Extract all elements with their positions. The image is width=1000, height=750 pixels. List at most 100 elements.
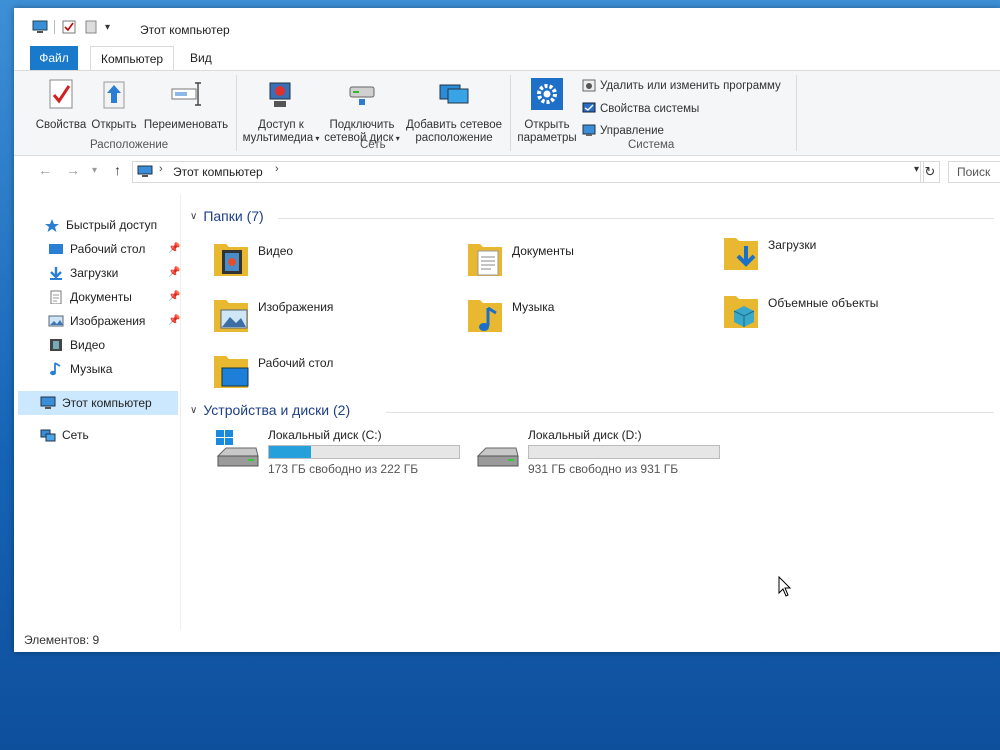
- properties-icon: [49, 79, 73, 109]
- sidebar-item-documents[interactable]: Документы 📌: [48, 286, 188, 308]
- open-label: Открыть: [91, 119, 137, 131]
- ribbon-group-divider: [796, 75, 797, 151]
- sidebar-item-music[interactable]: Музыка: [48, 358, 112, 380]
- media-access-button[interactable]: Доступ к мультимедиа ▾: [240, 77, 322, 145]
- drive-c[interactable]: Локальный диск (C:) 173 ГБ свободно из 2…: [214, 428, 460, 476]
- rename-button[interactable]: Переименовать: [142, 77, 230, 132]
- desktop-folder-icon: [214, 356, 249, 388]
- address-bar[interactable]: › Этот компьютер › ▾: [132, 161, 924, 183]
- address-path[interactable]: Этот компьютер: [173, 165, 263, 179]
- recent-locations-chevron-icon[interactable]: ▾: [92, 165, 97, 176]
- pin-icon[interactable]: 📌: [168, 238, 180, 260]
- tab-view[interactable]: Вид: [180, 46, 222, 70]
- system-properties-icon: [582, 102, 596, 113]
- pin-icon[interactable]: 📌: [168, 286, 180, 308]
- media-access-icon: [269, 82, 291, 107]
- properties-label: Свойства: [35, 119, 87, 131]
- title-bar: ▾ Этот компьютер: [14, 8, 1000, 44]
- map-network-drive-button[interactable]: Подключить сетевой диск ▾: [322, 77, 402, 145]
- back-arrow-icon[interactable]: ←: [38, 162, 52, 178]
- sidebar-item-downloads[interactable]: Загрузки 📌: [48, 262, 188, 284]
- sidebar-item-label: Изображения: [70, 314, 146, 328]
- folder-3d-objects[interactable]: Объемные объекты: [722, 290, 878, 330]
- folder-desktop[interactable]: Рабочий стол: [212, 350, 333, 390]
- drive-usage-bar: [528, 445, 720, 459]
- uninstall-label: Удалить или изменить программу: [600, 79, 781, 92]
- chevron-down-icon[interactable]: ∨: [190, 405, 197, 416]
- folder-videos[interactable]: Видео: [212, 238, 293, 278]
- properties-icon[interactable]: [61, 20, 77, 34]
- folder-downloads[interactable]: Загрузки: [722, 232, 816, 272]
- sidebar-item-label: Этот компьютер: [62, 396, 152, 410]
- open-button[interactable]: Открыть: [88, 77, 140, 132]
- chevron-down-icon[interactable]: ∨: [190, 211, 197, 222]
- network-group-label: Сеть: [360, 139, 386, 151]
- ribbon-group-divider: [236, 75, 237, 151]
- pin-icon[interactable]: 📌: [168, 310, 180, 332]
- 3d-objects-folder-icon: [724, 296, 758, 328]
- customize-toolbar-chevron-icon[interactable]: ▾: [105, 22, 110, 33]
- document-icon: [50, 290, 62, 304]
- chevron-down-icon: ▾: [313, 134, 320, 143]
- content-pane: ∨ Папки (7) Видео Документы Загрузки Изо…: [184, 194, 1000, 634]
- address-dropdown-chevron-icon[interactable]: ▾: [914, 164, 919, 175]
- rename-icon: [171, 82, 201, 106]
- video-icon: [50, 339, 62, 351]
- download-icon: [50, 267, 62, 280]
- sidebar-item-quick-access[interactable]: Быстрый доступ: [44, 214, 157, 236]
- drives-section-header[interactable]: ∨ Устройства и диски (2): [190, 402, 350, 418]
- new-folder-icon[interactable]: [83, 20, 99, 34]
- folder-documents[interactable]: Документы: [466, 238, 574, 278]
- drive-name: Локальный диск (D:): [528, 428, 642, 442]
- windows-drive-icon: [216, 430, 259, 467]
- sidebar-item-label: Загрузки: [70, 266, 119, 280]
- divider: [386, 412, 994, 413]
- sidebar-item-pictures[interactable]: Изображения 📌: [48, 310, 188, 332]
- ribbon-group-divider: [510, 75, 511, 151]
- system-properties-label: Свойства системы: [600, 102, 700, 115]
- programs-icon: [582, 79, 596, 92]
- computer-icon: [32, 20, 48, 33]
- tab-computer[interactable]: Компьютер: [90, 46, 175, 72]
- add-location-label-1: Добавить сетевое: [405, 119, 503, 131]
- desktop-icon: [49, 244, 63, 254]
- network-drive-icon: [349, 86, 375, 105]
- folder-label: Рабочий стол: [258, 356, 334, 370]
- folders-section-title: Папки (7): [203, 208, 264, 224]
- refresh-button[interactable]: ↻: [920, 161, 940, 183]
- folder-label: Загрузки: [768, 238, 817, 252]
- sidebar-item-desktop[interactable]: Рабочий стол 📌: [48, 238, 188, 260]
- breadcrumb-separator-icon[interactable]: ›: [275, 163, 279, 175]
- music-folder-icon: [468, 300, 502, 332]
- map-drive-label-1: Подключить: [329, 119, 395, 131]
- uninstall-program-button[interactable]: Удалить или изменить программу: [582, 79, 781, 92]
- pin-icon[interactable]: 📌: [168, 262, 180, 284]
- open-settings-label-2: параметры: [517, 132, 577, 144]
- sidebar-item-videos[interactable]: Видео: [48, 334, 105, 356]
- ribbon: Свойства Открыть Переименовать Расположе…: [14, 70, 1000, 156]
- search-input[interactable]: Поиск: [948, 161, 1000, 183]
- forward-arrow-icon[interactable]: →: [66, 162, 80, 178]
- up-arrow-icon[interactable]: ↑: [114, 162, 121, 178]
- network-location-icon: [439, 84, 469, 104]
- breadcrumb-separator-icon[interactable]: ›: [159, 163, 163, 175]
- drive-d[interactable]: Локальный диск (D:) 931 ГБ свободно из 9…: [474, 428, 720, 476]
- manage-button[interactable]: Управление: [582, 124, 664, 137]
- search-placeholder: Поиск: [957, 165, 991, 179]
- system-properties-button[interactable]: Свойства системы: [582, 102, 699, 115]
- drive-usage-bar: [268, 445, 460, 459]
- image-icon: [48, 315, 64, 327]
- sidebar-item-label: Музыка: [70, 362, 113, 376]
- folder-pictures[interactable]: Изображения: [212, 294, 333, 334]
- folder-music[interactable]: Музыка: [466, 294, 554, 334]
- network-icon: [40, 429, 56, 442]
- sidebar-item-label: Сеть: [62, 428, 89, 442]
- properties-button[interactable]: Свойства: [34, 77, 88, 132]
- folders-section-header[interactable]: ∨ Папки (7): [190, 208, 264, 224]
- sidebar-item-network[interactable]: Сеть: [40, 424, 89, 446]
- add-network-location-button[interactable]: Добавить сетевое расположение: [404, 77, 504, 145]
- quick-access-toolbar: ▾: [32, 20, 110, 34]
- open-settings-button[interactable]: Открыть параметры: [514, 77, 580, 145]
- tab-file[interactable]: Файл: [30, 46, 78, 70]
- sidebar-item-this-pc[interactable]: Этот компьютер: [40, 392, 152, 414]
